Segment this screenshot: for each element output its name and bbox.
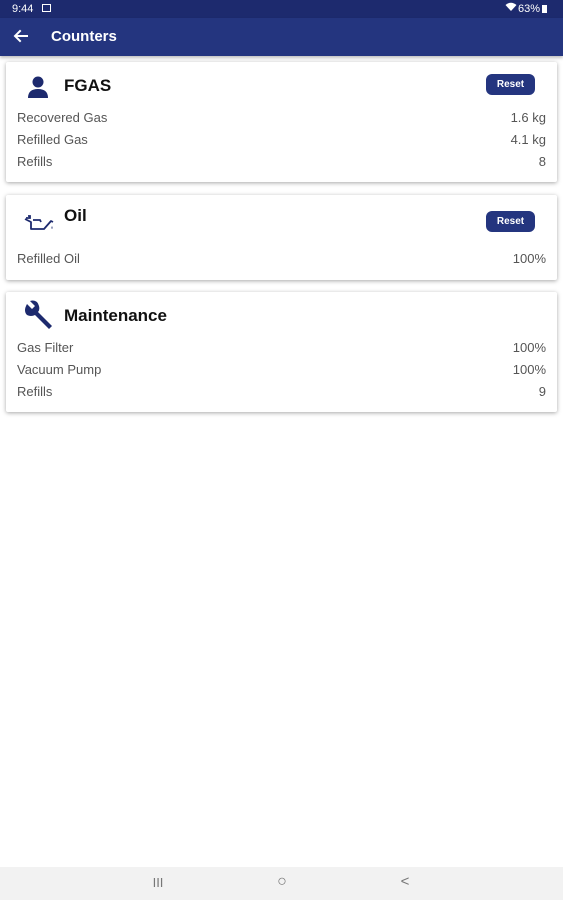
maintenance-title: Maintenance bbox=[64, 306, 167, 325]
battery-percent: 63% bbox=[517, 3, 540, 15]
oil-reset-button[interactable]: Reset bbox=[486, 211, 535, 232]
person-icon bbox=[22, 72, 54, 104]
list-item: Gas Filter 100% bbox=[17, 340, 546, 358]
recents-button[interactable]: III bbox=[146, 875, 170, 893]
row-label: Refilled Oil bbox=[17, 251, 80, 266]
home-button[interactable]: ○ bbox=[270, 873, 294, 891]
image-notification-icon bbox=[42, 4, 51, 12]
row-value: 8 bbox=[538, 154, 546, 169]
row-label: Refills bbox=[17, 384, 53, 399]
row-label: Recovered Gas bbox=[17, 110, 108, 125]
row-label: Gas Filter bbox=[17, 340, 74, 355]
maintenance-card: Maintenance Gas Filter 100% Vacuum Pump … bbox=[6, 292, 557, 412]
page-title: Counters bbox=[51, 28, 117, 45]
fgas-reset-button[interactable]: Reset bbox=[486, 74, 535, 95]
list-item: Refills 9 bbox=[17, 384, 546, 402]
wrench-icon bbox=[22, 300, 54, 332]
list-item: Refilled Oil 100% bbox=[17, 251, 546, 269]
row-value: 100% bbox=[512, 340, 546, 355]
system-nav-bar: III ○ < bbox=[0, 867, 563, 900]
oil-title: Oil bbox=[64, 206, 87, 225]
row-value: 100% bbox=[512, 251, 546, 266]
app-bar: Counters bbox=[0, 18, 563, 56]
list-item: Refills 8 bbox=[17, 154, 546, 172]
list-item: Recovered Gas 1.6 kg bbox=[17, 110, 546, 128]
fgas-title: FGAS bbox=[64, 76, 112, 95]
oil-can-icon bbox=[22, 205, 54, 237]
fgas-card: FGAS Reset Recovered Gas 1.6 kg Refilled… bbox=[6, 62, 557, 182]
row-value: 100% bbox=[512, 362, 546, 377]
back-arrow-icon[interactable] bbox=[10, 25, 32, 47]
battery-icon bbox=[542, 5, 547, 13]
wifi-icon bbox=[505, 2, 517, 15]
status-time: 9:44 bbox=[12, 3, 34, 15]
status-bar: 9:44 63% bbox=[0, 0, 563, 18]
row-label: Vacuum Pump bbox=[17, 362, 102, 377]
row-value: 4.1 kg bbox=[510, 132, 546, 147]
row-label: Refills bbox=[17, 154, 53, 169]
battery-indicator: 63% bbox=[518, 3, 547, 15]
list-item: Refilled Gas 4.1 kg bbox=[17, 132, 546, 150]
row-label: Refilled Gas bbox=[17, 132, 88, 147]
row-value: 9 bbox=[538, 384, 546, 399]
oil-card: Oil Reset Refilled Oil 100% bbox=[6, 195, 557, 280]
row-value: 1.6 kg bbox=[510, 110, 546, 125]
nav-back-button[interactable]: < bbox=[393, 873, 417, 891]
list-item: Vacuum Pump 100% bbox=[17, 362, 546, 380]
